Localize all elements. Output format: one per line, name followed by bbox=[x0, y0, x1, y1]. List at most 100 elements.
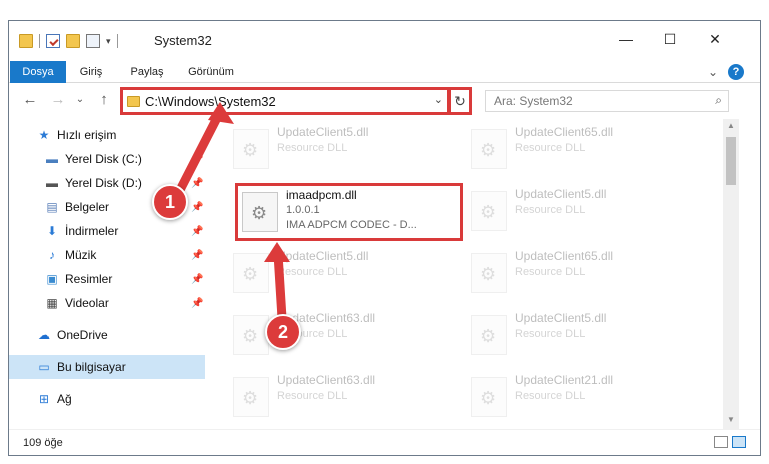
tiles-view-icon[interactable] bbox=[732, 436, 746, 448]
address-path[interactable]: C:\Windows\System32 bbox=[145, 94, 276, 109]
file-name: UpdateClient65.dll bbox=[515, 125, 614, 139]
search-placeholder: Ara: System32 bbox=[494, 94, 573, 108]
pin-icon[interactable]: 📌 bbox=[191, 298, 203, 309]
properties-icon[interactable] bbox=[46, 34, 60, 48]
sidebar-item-label: Müzik bbox=[65, 248, 97, 262]
file-name: UpdateClient5.dll bbox=[515, 187, 607, 201]
sidebar-item-network[interactable]: ⊞ Ağ bbox=[9, 387, 205, 411]
downloads-icon: ⬇ bbox=[46, 224, 58, 238]
pin-icon[interactable]: 📌 bbox=[191, 226, 203, 237]
toolbar-divider bbox=[116, 34, 118, 48]
navigation-pane: ★ Hızlı erişim ▬ Yerel Disk (C:) 📌 ▬ Yer… bbox=[9, 119, 205, 429]
file-item[interactable]: ⚙ UpdateClient63.dll Resource DLL bbox=[225, 369, 455, 427]
sidebar-item-label: Bu bilgisayar bbox=[57, 360, 126, 374]
computer-icon: ▭ bbox=[38, 360, 50, 374]
details-view-icon[interactable] bbox=[714, 436, 728, 448]
dll-file-icon: ⚙ bbox=[471, 377, 507, 417]
sidebar-item-label: İndirmeler bbox=[65, 224, 119, 238]
sidebar-item-local-disk-c[interactable]: ▬ Yerel Disk (C:) 📌 bbox=[9, 147, 205, 171]
gear-icon: ⚙ bbox=[242, 388, 259, 408]
gear-icon: ⚙ bbox=[242, 140, 259, 160]
videos-icon: ▦ bbox=[46, 296, 58, 310]
sidebar-item-videos[interactable]: ▦ Videolar 📌 bbox=[9, 291, 205, 315]
gear-icon: ⚙ bbox=[242, 264, 259, 284]
documents-icon: ▤ bbox=[46, 200, 58, 214]
pin-icon[interactable]: 📌 bbox=[191, 202, 203, 213]
file-item[interactable]: ⚙ UpdateClient65.dll Resource DLL bbox=[463, 245, 693, 303]
sidebar-item-music[interactable]: ♪ Müzik 📌 bbox=[9, 243, 205, 267]
file-description: Resource DLL bbox=[515, 142, 586, 154]
back-button[interactable]: ← bbox=[21, 91, 39, 109]
gear-icon: ⚙ bbox=[480, 326, 497, 346]
highlighted-file-item[interactable]: ⚙ imaadpcm.dll 1.0.0.1 IMA ADPCM CODEC -… bbox=[235, 183, 463, 241]
pin-icon[interactable]: 📌 bbox=[191, 274, 203, 285]
file-item[interactable]: ⚙ UpdateClient63.dll Resource DLL bbox=[225, 307, 455, 365]
pictures-icon: ▣ bbox=[46, 272, 58, 286]
sidebar-item-onedrive[interactable]: ☁ OneDrive bbox=[9, 323, 205, 347]
file-name: UpdateClient65.dll bbox=[515, 249, 614, 263]
sidebar-item-label: Videolar bbox=[65, 296, 109, 310]
drive-icon: ▬ bbox=[46, 176, 58, 190]
minimize-button[interactable]: — bbox=[616, 29, 636, 49]
dll-file-icon: ⚙ bbox=[233, 253, 269, 293]
scrollbar-thumb[interactable] bbox=[726, 137, 736, 185]
sidebar-item-quick-access[interactable]: ★ Hızlı erişim bbox=[9, 123, 205, 147]
sidebar-item-label: Yerel Disk (C:) bbox=[65, 152, 142, 166]
dll-file-icon: ⚙ bbox=[471, 253, 507, 293]
gear-icon: ⚙ bbox=[480, 264, 497, 284]
status-bar: 109 öğe bbox=[9, 429, 760, 455]
vertical-scrollbar[interactable]: ▲ ▼ bbox=[723, 119, 739, 429]
file-description: Resource DLL bbox=[277, 266, 348, 278]
tab-home[interactable]: Giriş bbox=[69, 61, 113, 83]
scroll-down-icon[interactable]: ▼ bbox=[723, 415, 739, 424]
address-dropdown-icon[interactable]: ⌄ bbox=[434, 93, 443, 106]
sidebar-item-pictures[interactable]: ▣ Resimler 📌 bbox=[9, 267, 205, 291]
file-item[interactable]: ⚙ UpdateClient5.dll Resource DLL bbox=[463, 307, 693, 365]
expand-ribbon-icon[interactable]: ⌄ bbox=[708, 65, 718, 79]
up-button[interactable]: ↑ bbox=[95, 91, 113, 109]
forward-button[interactable]: → bbox=[49, 91, 67, 109]
tab-share[interactable]: Paylaş bbox=[121, 61, 173, 83]
sidebar-item-label: Ağ bbox=[57, 392, 72, 406]
help-icon[interactable]: ? bbox=[728, 64, 744, 80]
gear-icon: ⚙ bbox=[242, 326, 259, 346]
tab-view[interactable]: Görünüm bbox=[181, 61, 241, 83]
view-options-icon[interactable] bbox=[86, 34, 100, 48]
file-item[interactable]: ⚙ UpdateClient5.dll Resource DLL bbox=[463, 183, 693, 241]
customize-toolbar-icon[interactable]: ▾ bbox=[106, 36, 111, 47]
tab-file[interactable]: Dosya bbox=[10, 61, 66, 83]
file-name: UpdateClient63.dll bbox=[277, 373, 376, 387]
file-item[interactable]: ⚙ UpdateClient5.dll Resource DLL bbox=[225, 245, 455, 303]
search-box[interactable]: Ara: System32 ⌕ bbox=[485, 90, 729, 112]
close-button[interactable]: ✕ bbox=[705, 29, 725, 49]
address-bar[interactable]: C:\Windows\System32 ⌄ bbox=[120, 87, 450, 115]
sidebar-item-this-pc[interactable]: ▭ Bu bilgisayar bbox=[9, 355, 205, 379]
explorer-window: ▾ System32 — ☐ ✕ Dosya Giriş Paylaş Görü… bbox=[8, 20, 761, 456]
sidebar-item-downloads[interactable]: ⬇ İndirmeler 📌 bbox=[9, 219, 205, 243]
sidebar-item-label: Yerel Disk (D:) bbox=[65, 176, 142, 190]
dll-file-icon: ⚙ bbox=[242, 192, 278, 232]
sidebar-item-label: OneDrive bbox=[57, 328, 108, 342]
gear-icon: ⚙ bbox=[480, 140, 497, 160]
file-item[interactable]: ⚙ UpdateClient5.dll Resource DLL bbox=[225, 121, 455, 179]
search-icon[interactable]: ⌕ bbox=[715, 93, 722, 108]
recent-locations-button[interactable]: ⌄ bbox=[71, 91, 89, 109]
file-item[interactable]: ⚙ UpdateClient21.dll Resource DLL bbox=[463, 369, 693, 427]
folder-icon[interactable] bbox=[19, 34, 33, 48]
file-item[interactable]: ⚙ UpdateClient65.dll Resource DLL bbox=[463, 121, 693, 179]
pin-icon[interactable]: 📌 bbox=[191, 154, 203, 165]
dll-file-icon: ⚙ bbox=[471, 191, 507, 231]
dll-file-icon: ⚙ bbox=[233, 129, 269, 169]
item-count: 109 öğe bbox=[23, 437, 63, 449]
title-bar: ▾ System32 — ☐ ✕ bbox=[9, 21, 760, 61]
maximize-button[interactable]: ☐ bbox=[660, 29, 680, 49]
music-icon: ♪ bbox=[49, 248, 55, 262]
pin-icon[interactable]: 📌 bbox=[191, 178, 203, 189]
new-folder-icon[interactable] bbox=[66, 34, 80, 48]
quick-access-toolbar: ▾ bbox=[19, 34, 118, 48]
scroll-up-icon[interactable]: ▲ bbox=[723, 121, 739, 130]
gear-icon: ⚙ bbox=[480, 388, 497, 408]
refresh-button[interactable]: ↻ bbox=[450, 87, 472, 115]
star-icon: ★ bbox=[38, 128, 50, 142]
pin-icon[interactable]: 📌 bbox=[191, 250, 203, 261]
